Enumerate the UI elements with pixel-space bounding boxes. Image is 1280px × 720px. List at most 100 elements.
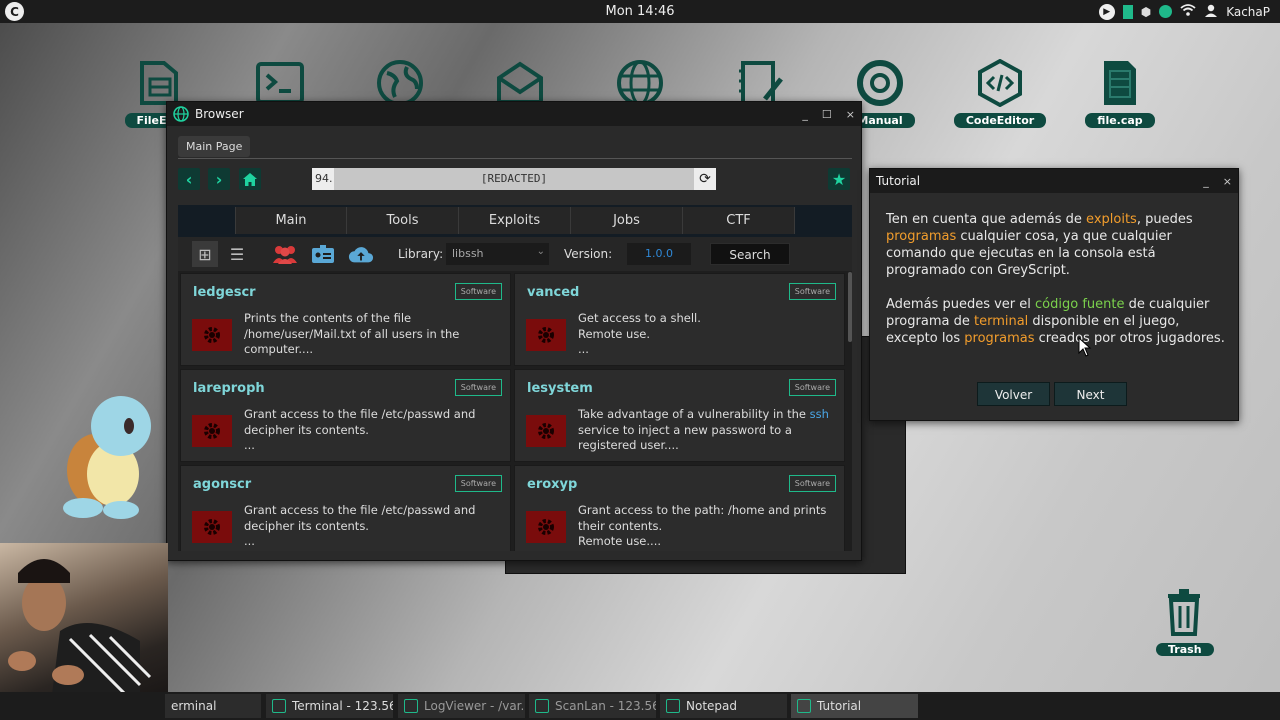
gear-icon	[526, 511, 566, 543]
cloud-upload-icon[interactable]	[348, 241, 374, 267]
trash-icon	[1156, 588, 1212, 639]
back-arrow-icon[interactable]: ‹	[178, 168, 200, 190]
version-label: Version:	[564, 247, 613, 261]
clock: Mon 14:46	[605, 4, 675, 19]
tab-jobs[interactable]: Jobs	[571, 207, 683, 234]
card-description: Grant access to the file /etc/passwd and…	[244, 503, 476, 548]
scanlan-icon	[535, 699, 549, 713]
home-icon[interactable]	[239, 168, 261, 190]
webcam-overlay	[0, 543, 168, 711]
library-select[interactable]: libssh ⌄	[446, 243, 549, 265]
library-value: libssh	[452, 247, 484, 260]
taskbar-item-terminal-remote[interactable]: Terminal - 123.56...	[266, 694, 393, 718]
code-editor-icon	[972, 58, 1028, 108]
forward-arrow-icon[interactable]: ›	[208, 168, 230, 190]
card-title: agonscr	[193, 477, 252, 492]
card-title: lesystem	[527, 381, 593, 396]
media-play-icon[interactable]: ▶	[1098, 3, 1115, 20]
gear-icon	[526, 415, 566, 447]
close-icon[interactable]: ×	[1223, 175, 1232, 188]
software-card[interactable]: ledgescr Software Prints the contents of…	[180, 273, 511, 366]
minimize-icon[interactable]: _	[802, 108, 808, 121]
taskbar-item-terminal[interactable]: erminal	[165, 694, 261, 718]
search-button[interactable]: Search	[710, 243, 790, 265]
os-menu-icon[interactable]: C	[5, 2, 24, 21]
tab-main[interactable]: Main	[235, 207, 347, 234]
card-title: eroxyp	[527, 477, 578, 492]
maximize-icon[interactable]: ☐	[822, 108, 832, 121]
grid-view-icon[interactable]: ⊞	[192, 241, 218, 267]
shield-icon[interactable]: ⬢	[1141, 5, 1151, 19]
tab-ctf[interactable]: CTF	[683, 207, 795, 234]
software-card[interactable]: eroxyp Software Grant access to the path…	[514, 465, 845, 551]
software-badge: Software	[454, 283, 502, 300]
log-viewer-icon	[404, 699, 418, 713]
close-icon[interactable]: ×	[846, 108, 855, 121]
minimize-icon[interactable]: _	[1203, 175, 1209, 188]
tutorial-paragraph-2: Además puedes ver el código fuente de cu…	[886, 297, 1225, 346]
next-button[interactable]: Next	[1054, 382, 1127, 406]
software-badge: Software	[454, 475, 502, 492]
software-badge: Software	[788, 379, 836, 396]
taskbar-item-notepad[interactable]: Notepad	[660, 694, 787, 718]
chevron-down-icon: ⌄	[536, 246, 545, 257]
bookmark-star-icon[interactable]: ★	[828, 168, 850, 190]
gear-icon	[192, 319, 232, 351]
back-button[interactable]: Volver	[977, 382, 1050, 406]
ssh-link[interactable]: ssh	[810, 407, 829, 421]
taskbar: erminal Terminal - 123.56... LogViewer -…	[0, 692, 1280, 720]
reload-icon[interactable]: ⟳	[694, 168, 716, 190]
mouse-cursor-icon	[1078, 336, 1092, 360]
tab-exploits[interactable]: Exploits	[459, 207, 571, 234]
user-icon[interactable]	[1204, 3, 1218, 20]
tutorial-text: Ten en cuenta que además de exploits, pu…	[886, 211, 1231, 364]
site-nav-tabs: Main Tools Exploits Jobs CTF	[235, 207, 795, 234]
username[interactable]: KachaP	[1226, 5, 1270, 19]
mascot-figure	[55, 390, 160, 520]
tutorial-titlebar[interactable]: Tutorial _ ×	[870, 169, 1238, 193]
software-card[interactable]: lesystem Software Take advantage of a vu…	[514, 369, 845, 462]
url-prefix: 94.	[312, 168, 334, 190]
browser-title: Browser	[195, 107, 244, 121]
tab-tools[interactable]: Tools	[347, 207, 459, 234]
scrollbar[interactable]	[848, 272, 852, 342]
tutorial-title: Tutorial	[876, 174, 921, 188]
notepad-icon	[666, 699, 680, 713]
browser-titlebar[interactable]: Browser _ ☐ ×	[167, 102, 861, 126]
browser-window: Browser _ ☐ × Main Page ‹ › 94. [REDACTE…	[166, 101, 862, 561]
list-view-icon[interactable]: ☰	[224, 241, 250, 267]
wifi-icon[interactable]	[1180, 3, 1196, 20]
desktop-icon-file-cap[interactable]: file.cap	[1065, 58, 1175, 128]
green-globe-icon[interactable]	[1159, 5, 1173, 18]
tab-divider	[178, 158, 852, 159]
card-description: Take advantage of a vulnerability in the…	[578, 407, 829, 452]
url-text: [REDACTED]	[480, 172, 548, 185]
tab-main-page[interactable]: Main Page	[178, 136, 251, 157]
card-description: Grant access to the file /etc/passwd and…	[244, 407, 476, 452]
tutorial-window: Tutorial _ × Ten en cuenta que además de…	[869, 168, 1239, 421]
tutorial-icon	[797, 699, 811, 713]
desktop-icon-code-editor[interactable]: CodeEditor	[945, 58, 1055, 128]
navigation-bar: ‹ › 94. [REDACTED] ⟳ ★	[178, 164, 852, 194]
taskbar-item-logviewer[interactable]: LogViewer - /var...	[398, 694, 525, 718]
gear-icon	[526, 319, 566, 351]
software-badge: Software	[454, 379, 502, 396]
url-bar[interactable]: 94. [REDACTED] ⟳	[312, 168, 716, 190]
taskbar-item-tutorial[interactable]: Tutorial	[791, 694, 918, 718]
version-input[interactable]: 1.0.0	[627, 243, 691, 265]
software-card[interactable]: vanced Software Get access to a shell. R…	[514, 273, 845, 366]
green-app-icon[interactable]	[1122, 4, 1133, 19]
gear-icon	[192, 511, 232, 543]
card-description: Prints the contents of the file /home/us…	[244, 311, 460, 356]
tutorial-paragraph-1: Ten en cuenta que además de exploits, pu…	[886, 212, 1193, 278]
desktop-icon-trash[interactable]: Trash	[1156, 588, 1214, 656]
id-card-icon[interactable]	[310, 241, 336, 267]
card-description: Get access to a shell. Remote use. ...	[578, 311, 701, 356]
users-group-icon[interactable]	[272, 241, 298, 267]
taskbar-item-scanlan[interactable]: ScanLan - 123.56...	[529, 694, 656, 718]
file-cap-icon	[1092, 58, 1148, 108]
system-tray: ▶ ⬢ KachaP	[1098, 3, 1270, 20]
software-card[interactable]: agonscr Software Grant access to the fil…	[180, 465, 511, 551]
filter-toolbar: ⊞ ☰ Library: libssh ⌄ Version: 1.0.0 Sea…	[178, 237, 852, 271]
software-card[interactable]: lareproph Software Grant access to the f…	[180, 369, 511, 462]
